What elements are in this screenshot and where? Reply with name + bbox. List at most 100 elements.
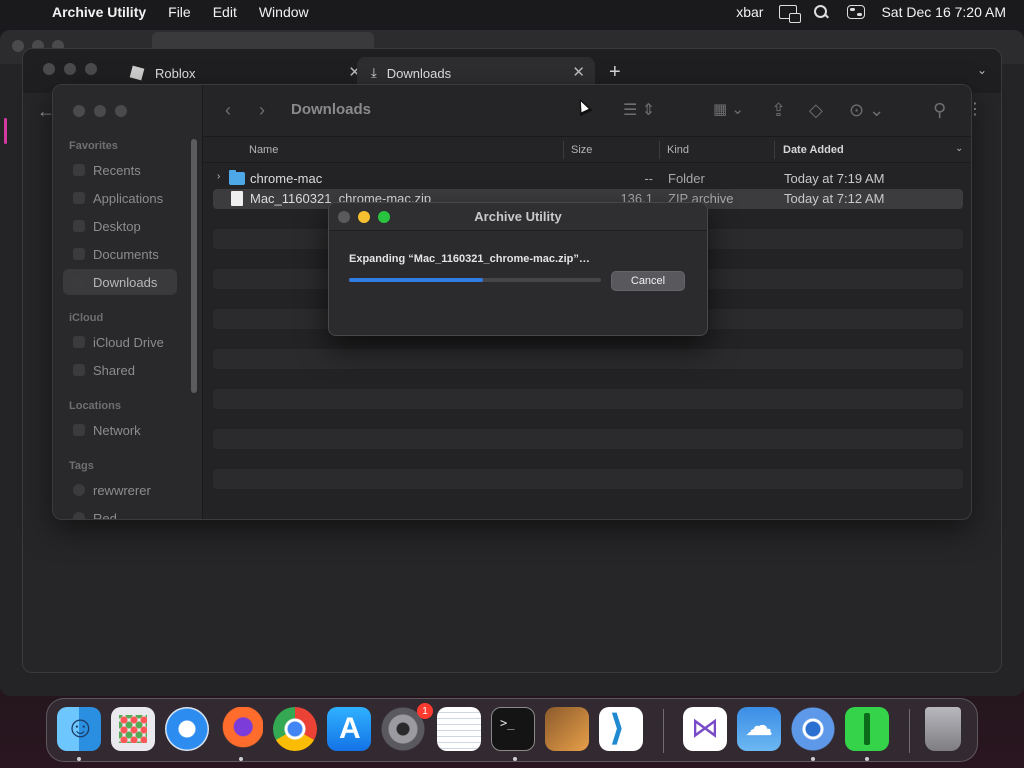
sidebar-item-applications[interactable]: Applications [63,185,177,211]
tag-dot-icon [73,512,85,519]
roblox-favicon-icon [129,65,145,81]
menu-file[interactable]: File [168,4,191,20]
clock-icon [73,164,85,176]
tab-label: Downloads [386,65,452,81]
browser-traffic-lights[interactable] [43,63,97,75]
sidebar-item-desktop[interactable]: Desktop [63,213,177,239]
chevron-down-icon[interactable]: ⌄ [977,63,987,77]
dialog-title: Archive Utility [474,209,562,224]
finder-sidebar: Favorites Recents Applications Desktop D… [53,85,203,519]
sidebar-item-label: Desktop [93,218,141,234]
finder-traffic-lights[interactable] [73,105,127,117]
green-app-icon[interactable] [845,707,889,751]
spotlight-search-icon[interactable] [813,5,831,19]
cancel-button[interactable]: Cancel [611,271,685,291]
vscode-icon[interactable] [599,707,643,751]
screen-mirroring-icon[interactable] [779,5,802,23]
download-icon [73,276,85,288]
dock-separator [663,709,664,753]
sidebar-item-documents[interactable]: Documents [63,241,177,267]
empty-row [213,449,963,469]
xbar-status-item[interactable]: xbar [736,4,763,20]
sidebar-item-downloads[interactable]: Downloads [63,269,177,295]
disclosure-triangle-icon[interactable]: › [217,171,220,182]
column-name[interactable]: Name [249,144,278,156]
progress-bar [349,278,601,282]
column-kind[interactable]: Kind [667,144,689,156]
empty-row [213,369,963,389]
sidebar-header-icloud: iCloud [69,312,104,324]
window-title: Downloads [291,101,372,118]
desktop-icon [73,220,85,232]
applications-icon [73,192,85,204]
textedit-icon[interactable] [437,707,481,751]
empty-row [213,389,963,409]
app-store-icon[interactable] [327,707,371,751]
back-chevron-icon[interactable]: ‹ [225,100,231,121]
finder-icon[interactable] [57,707,101,751]
sidebar-item-network[interactable]: Network [63,417,177,443]
sidebar-item-label: Downloads [93,274,158,290]
trash-icon[interactable] [925,707,961,751]
forward-chevron-icon[interactable]: › [259,100,265,121]
column-size[interactable]: Size [571,144,592,156]
running-indicator [77,757,81,761]
launchpad-icon[interactable] [111,707,155,751]
sidebar-item-label: rewwrerer [93,482,151,498]
progress-fill [349,278,483,282]
file-date-added: Today at 7:19 AM [784,171,885,186]
garageband-icon[interactable] [545,707,589,751]
menu-clock[interactable]: Sat Dec 16 7:20 AM [881,4,1006,20]
zip-file-icon [231,191,243,206]
running-indicator [513,757,517,761]
tag-dot-icon [73,484,85,496]
search-icon[interactable]: ⚲ [933,100,946,121]
notification-badge: 1 [417,703,433,719]
file-kind: Folder [668,171,705,186]
close-tab-icon[interactable]: ✕ [572,63,585,81]
running-indicator [811,757,815,761]
more-actions-icon[interactable]: ⊙ ⌄ [849,100,884,121]
list-view-icon[interactable]: ☰ ⇕ [623,100,655,120]
sidebar-header-locations: Locations [69,400,121,412]
visual-studio-icon[interactable] [683,707,727,751]
share-icon[interactable]: ⇪ [771,100,786,121]
column-divider [659,141,660,159]
tag-icon[interactable]: ◇ [809,100,823,121]
menu-app-name[interactable]: Archive Utility [52,4,146,20]
group-view-icon[interactable]: ▦ ⌄ [713,100,744,118]
sort-chevron-icon[interactable]: ⌄ [955,143,963,154]
document-icon [73,248,85,260]
sidebar-item-recents[interactable]: Recents [63,157,177,183]
network-icon [73,424,85,436]
terminal-icon[interactable] [491,707,535,751]
column-date-added[interactable]: Date Added [783,144,844,156]
sidebar-scrollbar[interactable] [191,139,197,393]
sidebar-item-shared[interactable]: Shared [63,357,177,383]
sidebar-item-label: Documents [93,246,159,262]
sidebar-item-label: Applications [93,190,164,206]
safari-icon[interactable] [165,707,209,751]
archive-utility-dialog: Archive Utility Expanding “Mac_1160321_c… [328,202,708,336]
new-tab-button[interactable]: + [609,61,621,84]
dialog-titlebar: Archive Utility [329,203,707,231]
table-row[interactable]: › chrome-mac -- Folder Today at 7:19 AM [213,169,963,189]
file-date-added: Today at 7:12 AM [784,191,885,206]
chrome-icon[interactable] [273,707,317,751]
background-window-edge [0,86,22,146]
file-size: -- [644,171,653,186]
cloud-icon [73,336,85,348]
sidebar-item-label: Recents [93,162,141,178]
sidebar-item-tag-rewwrerer[interactable]: rewwrerer [63,477,177,503]
chromium-icon[interactable] [791,707,835,751]
sidebar-item-icloud-drive[interactable]: iCloud Drive [63,329,177,355]
sidebar-item-tag-red[interactable]: Red [63,505,177,519]
menu-edit[interactable]: Edit [213,4,237,20]
sidebar-header-tags: Tags [69,460,94,472]
firefox-icon[interactable] [219,707,263,751]
control-center-icon[interactable] [847,5,866,19]
weather-icon[interactable] [737,707,781,751]
empty-row [213,469,963,489]
file-list-header: Name Size Kind Date Added ⌄ [203,137,971,163]
menu-window[interactable]: Window [259,4,309,20]
